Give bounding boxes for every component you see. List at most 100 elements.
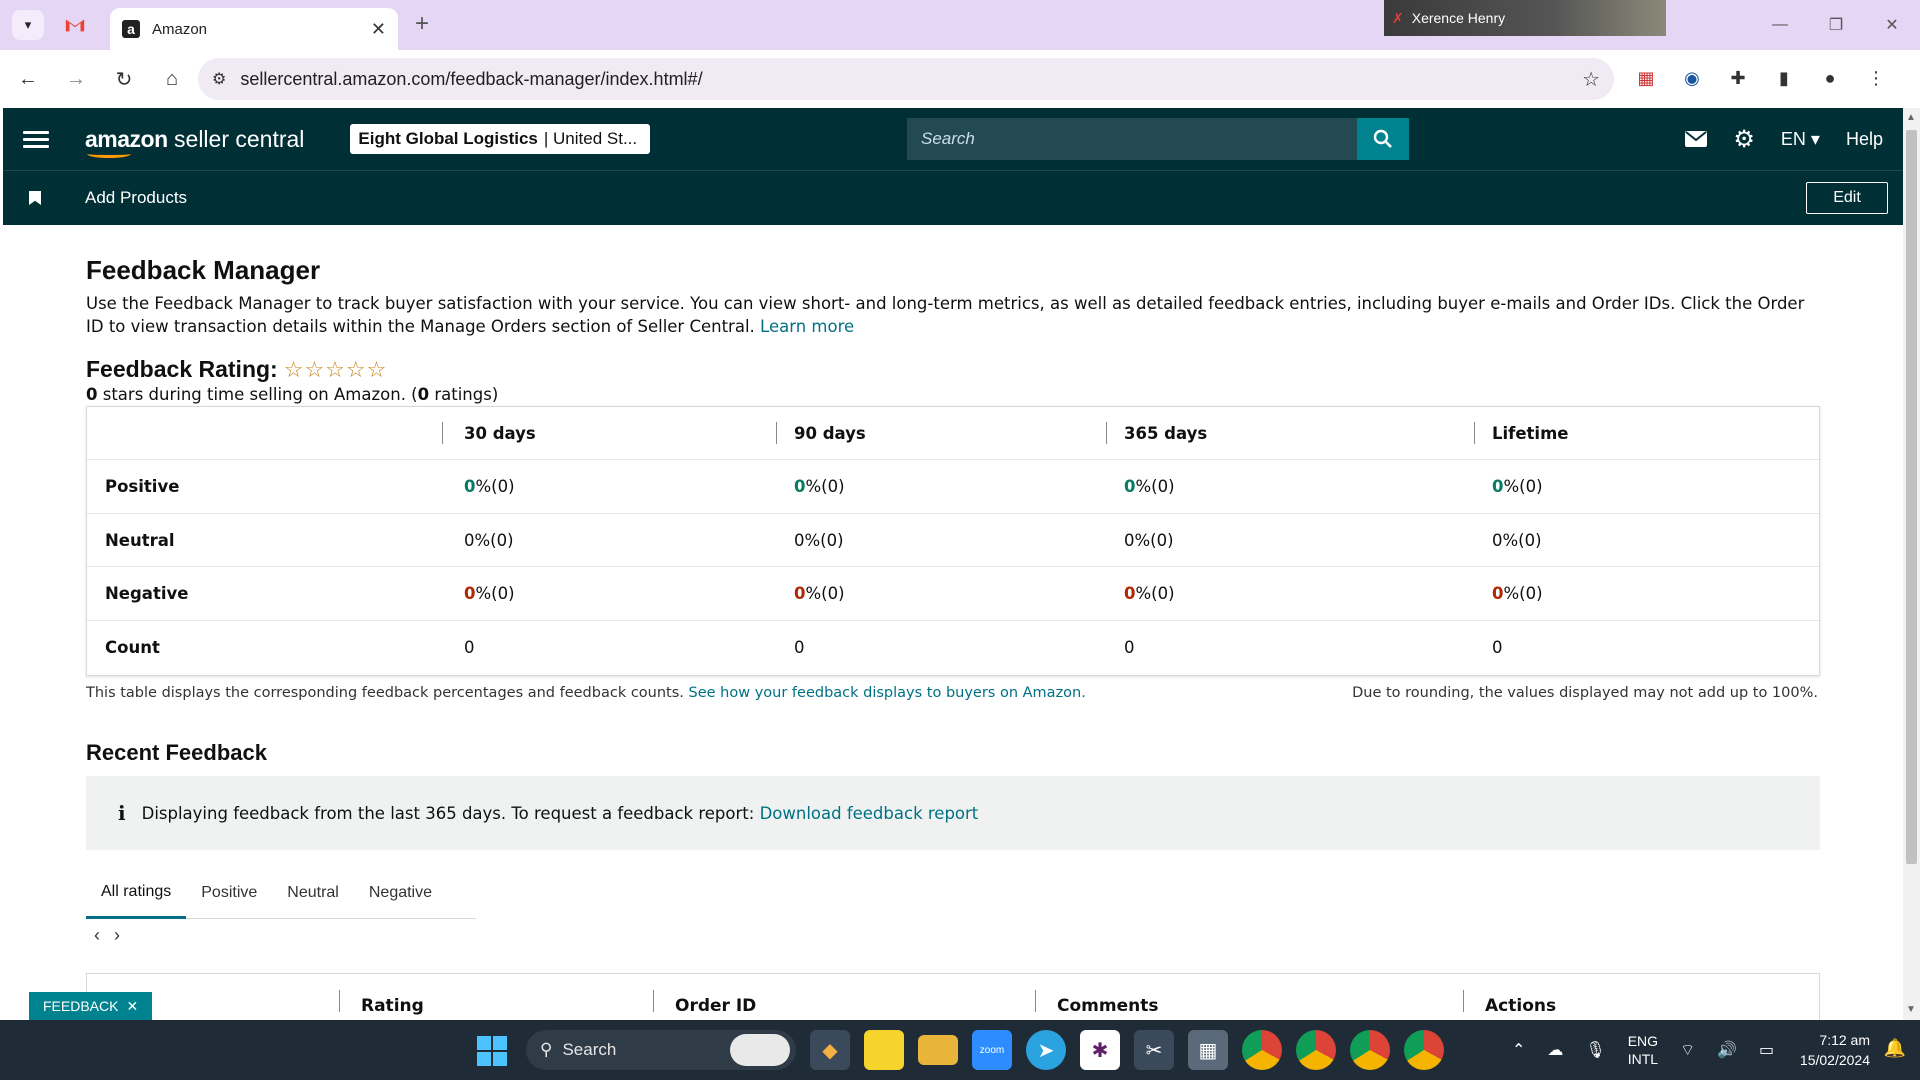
microphone-icon[interactable]: 🎙	[1585, 1040, 1605, 1060]
zoom-icon[interactable]: zoom	[972, 1030, 1012, 1070]
extension-icon[interactable]: ▦	[1630, 62, 1662, 94]
column-header-comments[interactable]: Comments	[1057, 996, 1158, 1016]
settings-gear-icon[interactable]: ⚙	[1733, 125, 1755, 154]
tab-search-dropdown-icon[interactable]: ▾	[12, 10, 44, 40]
amazon-smile-icon	[87, 150, 131, 158]
search-button[interactable]	[1357, 118, 1409, 160]
metric-value: 0 %(0)	[1124, 584, 1175, 603]
scroll-down-icon[interactable]: ▼	[1906, 1004, 1916, 1015]
metric-value: 0 %(0)	[464, 477, 515, 496]
battery-icon[interactable]: ▭	[1759, 1040, 1774, 1060]
home-icon[interactable]: ⌂	[152, 59, 192, 99]
onedrive-icon[interactable]: ☁	[1547, 1040, 1563, 1060]
page-scrollbar[interactable]: ▲ ▼	[1903, 108, 1920, 1020]
column-divider	[339, 990, 340, 1012]
chrome-icon[interactable]	[1350, 1030, 1390, 1070]
close-window-icon[interactable]: ✕	[1864, 0, 1920, 50]
url-text[interactable]: sellercentral.amazon.com/feedback-manage…	[240, 69, 1582, 90]
help-link[interactable]: Help	[1846, 129, 1883, 150]
copilot-icon[interactable]	[730, 1034, 790, 1066]
file-explorer-icon[interactable]	[918, 1035, 958, 1065]
column-divider	[1106, 422, 1107, 444]
header-actions: ⚙ EN ▾ Help	[1685, 108, 1883, 170]
column-divider	[1035, 990, 1036, 1012]
column-header: 30 days	[464, 423, 536, 443]
puzzle-icon[interactable]: ✚	[1722, 62, 1754, 94]
address-bar[interactable]: ⚙ sellercentral.amazon.com/feedback-mana…	[198, 58, 1614, 100]
hamburger-menu-icon[interactable]	[23, 130, 49, 148]
column-header-rating[interactable]: Rating	[361, 996, 424, 1016]
scroll-up-icon[interactable]: ▲	[1906, 112, 1916, 123]
column-header: 365 days	[1124, 423, 1208, 443]
side-panel-icon[interactable]: ▮	[1768, 62, 1800, 94]
metrics-header-row: 30 days 90 days 365 days Lifetime	[87, 407, 1819, 460]
site-info-icon[interactable]: ⚙	[212, 69, 226, 89]
forward-icon[interactable]: →	[56, 59, 96, 99]
language-selector[interactable]: EN ▾	[1781, 129, 1820, 150]
tab-negative[interactable]: Negative	[354, 867, 447, 919]
account-switcher[interactable]: Eight Global Logistics | United St...	[350, 124, 651, 154]
column-header-order-id[interactable]: Order ID	[675, 996, 756, 1016]
mic-muted-icon: ✗	[1392, 9, 1404, 26]
back-icon[interactable]: ←	[8, 59, 48, 99]
metric-value: 0	[1492, 638, 1503, 657]
search-input[interactable]: Search	[907, 118, 1361, 160]
chevron-up-icon[interactable]: ⌃	[1512, 1040, 1525, 1060]
notification-bell-icon[interactable]: 🔔	[1884, 1038, 1906, 1059]
wifi-icon[interactable]: ⌔	[1680, 1040, 1695, 1060]
calculator-icon[interactable]: ▦	[1188, 1030, 1228, 1070]
metric-value: 0 %(0)	[1124, 530, 1174, 550]
scroll-thumb[interactable]	[1906, 130, 1917, 864]
windows-start-icon[interactable]	[477, 1036, 507, 1066]
profile-avatar[interactable]: ●	[1814, 62, 1846, 94]
slack-icon[interactable]: ✱	[1080, 1030, 1120, 1070]
menu-kebab-icon[interactable]: ⋮	[1860, 62, 1892, 94]
copilot-app-icon[interactable]: ◆	[810, 1030, 850, 1070]
extension-icon[interactable]: ◉	[1676, 62, 1708, 94]
input-language[interactable]: ENG INTL	[1628, 1032, 1658, 1068]
taskbar-search[interactable]: ⚲ Search	[526, 1030, 796, 1070]
snipping-tool-icon[interactable]: ✂	[1134, 1030, 1174, 1070]
tab-close-icon[interactable]: ✕	[371, 19, 386, 40]
learn-more-link[interactable]: Learn more	[760, 317, 854, 336]
system-tray: ⌃ ☁ 🎙 ENG INTL ⌔ 🔊 ▭	[1512, 1020, 1774, 1080]
new-tab-button[interactable]: +	[415, 10, 429, 38]
row-label: Negative	[105, 584, 189, 603]
column-header-actions[interactable]: Actions	[1485, 996, 1556, 1016]
seller-central-logo[interactable]: amazon seller central	[85, 126, 304, 158]
column-divider	[776, 422, 777, 444]
metric-value: 0 %(0)	[794, 477, 845, 496]
metric-value: 0 %(0)	[1492, 530, 1542, 550]
download-report-link[interactable]: Download feedback report	[760, 804, 979, 823]
tab-positive[interactable]: Positive	[186, 867, 272, 919]
gmail-tab-icon[interactable]	[64, 14, 86, 36]
prev-page-icon[interactable]: ‹	[94, 925, 100, 946]
volume-icon[interactable]: 🔊	[1717, 1040, 1737, 1060]
restore-icon[interactable]: ❐	[1808, 0, 1864, 50]
tab-neutral[interactable]: Neutral	[272, 867, 354, 919]
video-call-tile[interactable]: ✗ Xerence Henry	[1384, 0, 1666, 36]
taskbar-clock[interactable]: 7:12 am 15/02/2024	[1800, 1030, 1870, 1070]
mail-icon[interactable]	[1685, 131, 1708, 147]
edit-bookmarks-button[interactable]: Edit	[1806, 182, 1888, 214]
next-page-icon[interactable]: ›	[114, 925, 120, 946]
taskbar-apps: ◆ zoom ➤ ✱ ✂ ▦	[810, 1030, 1444, 1070]
close-icon[interactable]: ✕	[126, 998, 138, 1015]
tab-amazon[interactable]: a Amazon ✕	[110, 8, 398, 50]
feedback-floating-button[interactable]: FEEDBACK ✕	[29, 992, 153, 1020]
tab-all-ratings[interactable]: All ratings	[86, 867, 187, 919]
page-title: Feedback Manager	[86, 255, 321, 285]
feedback-display-link[interactable]: See how your feedback displays to buyers…	[689, 685, 1086, 701]
chrome-icon[interactable]	[1242, 1030, 1282, 1070]
chrome-icon[interactable]	[1296, 1030, 1336, 1070]
minimize-icon[interactable]: —	[1752, 0, 1808, 50]
sticky-notes-icon[interactable]	[864, 1030, 904, 1070]
chrome-icon[interactable]	[1404, 1030, 1444, 1070]
add-products-link[interactable]: Add Products	[85, 188, 187, 208]
bookmark-star-icon[interactable]: ☆	[1582, 67, 1600, 92]
reload-icon[interactable]: ↻	[104, 59, 144, 99]
telegram-icon[interactable]: ➤	[1026, 1030, 1066, 1070]
rating-stars-icon: ☆☆☆☆☆	[283, 356, 388, 382]
row-label: Positive	[105, 477, 180, 496]
metrics-row-positive: Positive 0 %(0) 0 %(0) 0 %(0) 0 %(0)	[87, 461, 1819, 514]
